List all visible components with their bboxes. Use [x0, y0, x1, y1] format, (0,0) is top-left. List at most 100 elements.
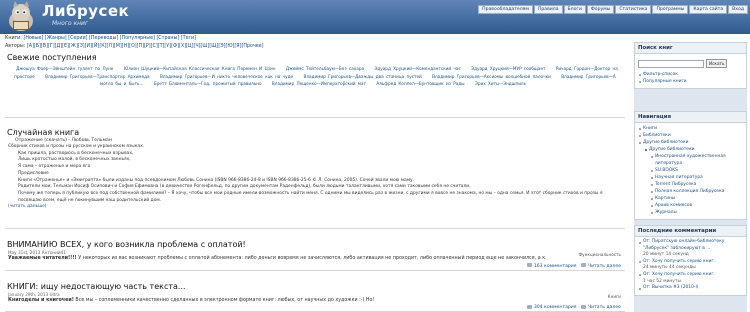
author-letter-link[interactable]: [О] [129, 44, 137, 49]
post-body-bold: Уважаемые читатели!!!! [8, 256, 77, 261]
sidebar-nav-item[interactable]: Другие библиотеки [635, 146, 746, 153]
new-arrival-link[interactable]: Владимир Григорьев—Дважды два станица пу… [303, 74, 421, 79]
author-letter-link[interactable]: [С] [151, 44, 158, 49]
new-arrival-link[interactable]: Джошуа Фоер—Эйнштейн гуляет по Луне [16, 66, 113, 71]
excerpt-line: Родители мои, Тельман Иосиф Осипович и С… [8, 184, 625, 191]
author-letter-link[interactable]: [Ч] [193, 44, 200, 49]
new-arrivals-block: Свежие поступления Джошуа Фоер—Эйнштейн … [5, 52, 625, 118]
author-letter-link[interactable]: [К] [99, 44, 106, 49]
sidebar-nav-item[interactable]: Научная литература [635, 174, 746, 181]
new-arrival-link[interactable]: Эрих Хитц—Эндшпиль [475, 81, 526, 86]
recent-comment-link[interactable]: От: Хочу получить серию книг. [643, 259, 715, 264]
sidebar-nav-item[interactable]: Иностранная художественная литература [635, 153, 746, 167]
random-book-excerpt: Сборник стихов и прозы на русском и укра… [5, 144, 625, 211]
author-letter-link[interactable]: [Ж] [69, 44, 78, 49]
catalog-navigation: Книги: [Новые] [Жанры] [Серии] [Переводы… [5, 35, 625, 51]
books-translations-link[interactable]: [Переводы] [89, 36, 118, 41]
author-letter-link[interactable]: [Р] [144, 44, 151, 49]
nav-statistics[interactable]: Статистика [615, 5, 651, 14]
excerpt-line: Почему же теперь я публикую все под собс… [8, 191, 625, 204]
sidebar-nav-item[interactable]: Полная коллекция Либрусека [635, 188, 746, 195]
search-button[interactable]: Искать [706, 59, 727, 68]
excerpt-line: Лишь кротостью малой, в бесконечных звен… [8, 157, 625, 164]
books-popular-link[interactable]: [Популярные] [120, 36, 155, 41]
sidebar-nav-item[interactable]: Библиотеки [635, 132, 746, 139]
nav-rightholders[interactable]: Правообладателям [478, 5, 533, 14]
recent-comment-link[interactable]: От: Хочу получить серию книг. [643, 272, 715, 277]
popular-books-link[interactable]: Популярные книги [635, 78, 746, 85]
author-letter-link[interactable]: [Ф] [171, 44, 179, 49]
new-arrival-link[interactable]: Эдуард Хруцкий—Комендантский час [374, 66, 460, 71]
books-nav-row: Книги: [Новые] [Жанры] [Серии] [Переводы… [5, 35, 625, 43]
post-tag[interactable]: Книги [608, 294, 621, 299]
sidebar-nav-item[interactable]: Книги [635, 125, 746, 132]
new-arrival-link[interactable]: Бретт Блюменталь—Год, прожитый правильно [154, 81, 262, 86]
sidebar-nav-item[interactable]: SU.BOOKS [635, 167, 746, 174]
authors-label: Авторы: [5, 44, 25, 49]
nav-blogs[interactable]: Блоги [564, 5, 586, 14]
post-comments-link[interactable]: 163 комментария [534, 264, 577, 269]
author-letter-link[interactable]: [М] [114, 44, 122, 49]
books-new-link[interactable]: [Новые] [23, 36, 43, 41]
author-letter-link[interactable]: [П] [137, 44, 144, 49]
author-letter-link[interactable]: [В] [41, 44, 48, 49]
author-letter-link[interactable]: [З] [78, 44, 85, 49]
books-tags-link[interactable]: [Теги] [181, 36, 196, 41]
main-content: Свежие поступления Джошуа Фоер—Эйнштейн … [5, 52, 625, 312]
post-title[interactable]: КНИГИ: ищу недостающую часть текста... [5, 281, 625, 292]
recent-comment-item: От: Вычитка #3 (2010-I) [635, 285, 746, 292]
new-arrival-link[interactable]: Эдуард Хруцкий—МУР сообщает [471, 66, 545, 71]
author-letter-link[interactable]: [Е] [62, 44, 69, 49]
author-letter-link[interactable]: [Д] [55, 44, 63, 49]
post-title[interactable]: ВНИМАНИЮ ВСЕХ, у кого возникла проблема … [5, 239, 625, 250]
logo-cat-icon[interactable] [3, 1, 39, 33]
books-series-link[interactable]: [Серии] [68, 36, 87, 41]
author-letter-link[interactable]: [A] [27, 44, 34, 49]
recent-comment-item: От: Хочу получить серию книг.24 минуты 4… [635, 259, 746, 272]
author-letter-link[interactable]: [И] [85, 44, 92, 49]
sidebar-nav-item[interactable]: Архив комиксов [635, 202, 746, 209]
new-arrival-link[interactable]: Владимир Григорьев—И никто человеческое … [160, 74, 293, 79]
author-letter-link[interactable]: [Г] [48, 44, 55, 49]
author-letter-link[interactable]: [Н] [122, 44, 129, 49]
post-tag[interactable]: Функциональность [579, 252, 621, 257]
new-arrival-link[interactable]: Владимир Григорьев—Аксиомы волшебной пал… [432, 74, 551, 79]
post-read-more-link[interactable]: Читать далее [588, 264, 621, 269]
sidebar-nav-item[interactable]: Журналы [635, 209, 746, 216]
comment-icon [527, 263, 532, 267]
books-countries-link[interactable]: [Страны] [156, 36, 179, 41]
search-block: Поиск книг Искать Фильтр-список Популярн… [634, 42, 747, 89]
new-arrival-link[interactable]: Альфред Коппел—Бунтовщик из Рады [376, 81, 464, 86]
author-letter-link[interactable]: [Прочее] [241, 44, 263, 49]
random-book-title: Случайная книга [5, 128, 625, 138]
sidebar-nav-item[interactable]: Другие библиотеки [635, 139, 746, 146]
author-letter-link[interactable]: [Б] [34, 44, 41, 49]
recent-comment-time: 20 минут 14 секунд [643, 252, 689, 257]
recent-comment-link[interactable]: От: Вычитка #3 (2010-I) [643, 285, 698, 290]
nav-programs[interactable]: Программы [652, 5, 688, 14]
author-letter-link[interactable]: [Л] [107, 44, 114, 49]
sidebar-nav-item[interactable]: Картины [635, 195, 746, 202]
filter-list-link[interactable]: Фильтр-список [635, 71, 746, 78]
post-comments-link[interactable]: 304 комментария [534, 305, 577, 310]
author-letter-link[interactable]: [Х] [179, 44, 186, 49]
sidebar-nav-item[interactable]: Torrent Либрусека [635, 181, 746, 188]
nav-login[interactable]: Вход [728, 5, 748, 14]
books-genres-link[interactable]: [Жанры] [45, 36, 67, 41]
nav-sitemap[interactable]: Карта сайта [689, 5, 727, 14]
new-arrival-link[interactable]: Джеймс Тейтельбаум—Без сахара [286, 66, 364, 71]
excerpt-line: Предисловие [8, 171, 625, 178]
nav-rules[interactable]: Правила [534, 5, 563, 14]
new-arrival-link[interactable]: Владимир Григорьев—Транспортир Архимеда [45, 74, 150, 79]
blog-post: КНИГИ: ищу недостающую часть текста... J… [5, 281, 625, 312]
site-title[interactable]: Либрусек [42, 2, 129, 20]
post-read-more-link[interactable]: Читать далее [588, 305, 621, 310]
search-input[interactable] [638, 60, 704, 68]
right-sidebar: Поиск книг Искать Фильтр-список Популярн… [634, 42, 747, 312]
navigation-menu: КнигиБиблиотекиДругие библиотекиДругие б… [635, 123, 746, 219]
read-more-link[interactable]: (читать дальше) [8, 204, 47, 209]
new-arrival-link[interactable]: Юлиан Шуцкий—Китайская Классическая Книг… [124, 66, 276, 71]
new-arrival-link[interactable]: Владимир Лещенко—Император̆ский мат [272, 81, 366, 86]
nav-forums[interactable]: Форумы [587, 5, 615, 14]
recent-comment-link[interactable]: От: Пиратскую онлайн-библиотеку "Либрусе… [643, 239, 724, 251]
